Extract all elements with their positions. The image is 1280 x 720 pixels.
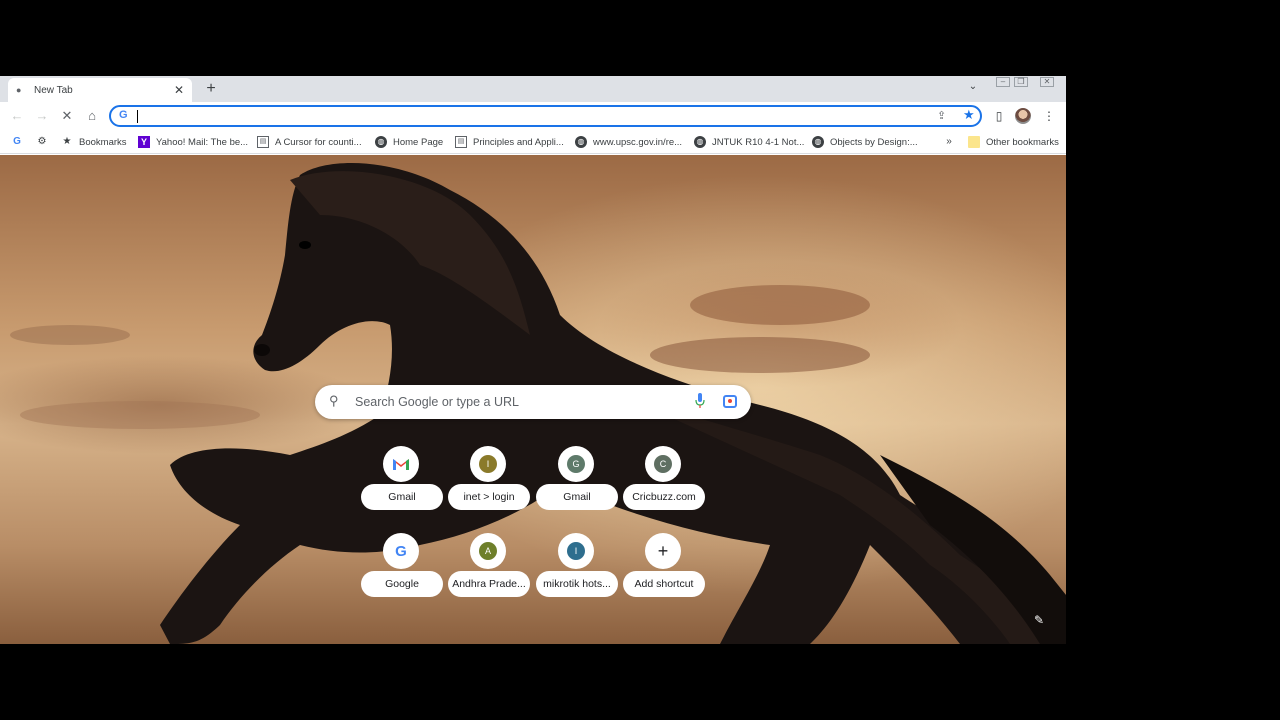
shortcut-gmail-2[interactable]: G Gmail [536,446,618,524]
bookmark-star-icon[interactable]: ★ [963,107,975,123]
bookmarks-bar: G ⚙ ★ Bookmarks Y Yahoo! Mail: The be... ▤… [0,130,1066,154]
bookmark-item-bookmarks[interactable]: ★ Bookmarks [61,134,127,150]
new-tab-page: ⚲ Search Google or type a URL Gmail I in… [0,155,1066,644]
page-icon: ▤ [455,136,467,148]
globe-icon: ◍ [812,136,824,148]
google-icon: G [383,533,419,569]
bookmark-label: Yahoo! Mail: The be... [156,136,249,148]
share-icon[interactable]: ⇪ [937,109,946,122]
bookmark-settings-icon[interactable]: ⚙ [36,134,54,150]
shortcut-label: Gmail [361,484,443,510]
shortcut-cricbuzz[interactable]: C Cricbuzz.com [623,446,705,524]
shortcut-label: Andhra Prade... [448,571,530,597]
bookmark-label: A Cursor for counti... [275,136,362,148]
letter-a-icon: A [479,542,497,560]
globe-icon: ◍ [375,136,387,148]
letter-i-icon: I [479,455,497,473]
loading-icon: ● [16,85,22,95]
bookmark-label: Bookmarks [79,136,127,148]
restore-button[interactable]: ❐ [1014,77,1028,87]
stop-loading-button[interactable]: ✕ [58,107,76,125]
globe-icon: ◍ [694,136,706,148]
bookmark-item-cursor[interactable]: ▤ A Cursor for counti... [257,134,362,150]
bookmark-label: Home Page [393,136,444,148]
home-button[interactable]: ⌂ [83,107,101,125]
shortcut-gmail[interactable]: Gmail [361,446,443,524]
shortcut-google[interactable]: G Google [361,533,443,611]
shortcut-andhra-pradesh[interactable]: A Andhra Prade... [448,533,530,611]
bookmark-label: Principles and Appli... [473,136,564,148]
search-placeholder: Search Google or type a URL [355,395,519,409]
yahoo-icon: Y [138,136,150,148]
back-button[interactable]: ← [8,107,26,125]
shortcut-label: mikrotik hots... [536,571,618,597]
bookmark-item-objects[interactable]: ◍ Objects by Design:... [812,134,918,150]
shortcut-label: Gmail [536,484,618,510]
text-caret [137,110,138,123]
shortcut-label: Add shortcut [623,571,705,597]
shortcut-mikrotik[interactable]: I mikrotik hots... [536,533,618,611]
star-icon: ★ [62,136,72,147]
shortcut-label: Google [361,571,443,597]
bookmarks-overflow-chevron-icon[interactable]: » [943,134,961,150]
close-window-button[interactable]: ✕ [1040,77,1054,87]
customize-pencil-icon[interactable]: ✎ [1034,613,1050,629]
minimize-button[interactable]: – [996,77,1010,87]
profile-avatar[interactable] [1015,108,1031,124]
google-lens-icon[interactable] [723,395,737,408]
shortcut-add[interactable]: + Add shortcut [623,533,705,611]
microphone-icon[interactable] [695,393,705,409]
forward-button[interactable]: → [33,107,51,125]
globe-icon: ◍ [575,136,587,148]
bookmark-label: Objects by Design:... [830,136,918,148]
tab-title: New Tab [34,84,73,96]
bookmark-label: www.upsc.gov.in/re... [593,136,683,148]
tab-new-tab[interactable]: ● New Tab ✕ [8,78,192,102]
bookmark-label: JNTUK R10 4-1 Not... [712,136,805,148]
bookmark-item-jntuk[interactable]: ◍ JNTUK R10 4-1 Not... [694,134,804,150]
tab-close-icon[interactable]: ✕ [174,83,184,97]
tab-strip: ● New Tab ✕ + ⌄ – ❐ ✕ [0,76,1066,102]
other-bookmarks-folder[interactable]: Other bookmarks [968,134,1059,150]
browser-window: ● New Tab ✕ + ⌄ – ❐ ✕ ← → ✕ ⌂ G ⇪ ★ ▯ ⋮ … [0,76,1066,644]
new-tab-button[interactable]: + [201,80,221,98]
bookmark-item-upsc[interactable]: ◍ www.upsc.gov.in/re... [575,134,682,150]
google-icon: G [13,136,21,147]
shortcut-label: Cricbuzz.com [623,484,705,510]
search-icon: ⚲ [329,393,339,408]
bookmark-item-home-page[interactable]: ◍ Home Page [375,134,443,150]
address-bar[interactable]: G ⇪ ★ [109,105,982,127]
letter-i-icon: I [567,542,585,560]
google-icon: G [119,109,128,121]
menu-kebab-icon[interactable]: ⋮ [1040,107,1058,125]
gear-icon: ⚙ [37,136,47,147]
plus-icon: + [645,533,681,569]
other-bookmarks-label: Other bookmarks [986,136,1059,148]
bookmark-item-yahoo[interactable]: Y Yahoo! Mail: The be... [138,134,248,150]
bookmark-item-principles[interactable]: ▤ Principles and Appli... [455,134,564,150]
toolbar: ← → ✕ ⌂ G ⇪ ★ ▯ ⋮ [0,102,1066,130]
letter-g-icon: G [567,455,585,473]
tab-search-chevron-icon[interactable]: ⌄ [964,81,982,97]
page-icon: ▤ [257,136,269,148]
shortcut-inet-login[interactable]: I inet > login [448,446,530,524]
shortcut-label: inet > login [448,484,530,510]
search-box[interactable]: ⚲ Search Google or type a URL [315,385,751,419]
gmail-icon [383,446,419,482]
folder-icon [968,136,980,148]
bookmark-google-icon[interactable]: G [11,134,29,150]
letter-c-icon: C [654,455,672,473]
side-panel-icon[interactable]: ▯ [990,107,1008,125]
